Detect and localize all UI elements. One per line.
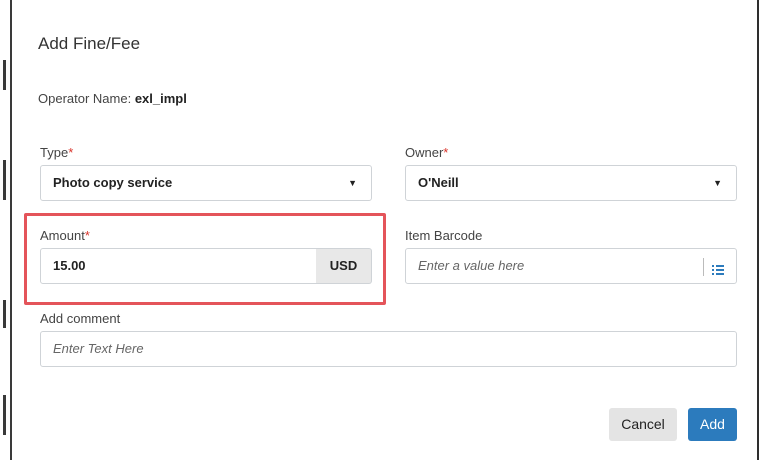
type-label: Type* bbox=[40, 145, 74, 160]
list-icon[interactable] bbox=[703, 258, 728, 276]
type-select[interactable]: Photo copy service ▼ bbox=[40, 165, 372, 201]
item-barcode-label: Item Barcode bbox=[405, 228, 483, 243]
item-barcode-placeholder: Enter a value here bbox=[418, 258, 525, 273]
owner-select-value: O'Neill bbox=[418, 175, 459, 190]
operator-name: Operator Name: exl_impl bbox=[38, 91, 187, 106]
dialog-title: Add Fine/Fee bbox=[38, 34, 141, 53]
caret-down-icon: ▼ bbox=[348, 178, 357, 188]
add-button[interactable]: Add bbox=[688, 408, 737, 441]
required-asterisk: * bbox=[68, 145, 74, 160]
window-left-edge bbox=[0, 0, 12, 460]
comment-input[interactable]: Enter Text Here bbox=[40, 331, 737, 367]
type-select-value: Photo copy service bbox=[53, 175, 173, 190]
operator-value: exl_impl bbox=[134, 91, 187, 106]
owner-label: Owner* bbox=[405, 145, 449, 160]
comment-label: Add comment bbox=[40, 311, 121, 326]
item-barcode-input[interactable]: Enter a value here bbox=[405, 248, 737, 284]
required-asterisk: * bbox=[443, 145, 449, 160]
operator-label: Operator Name: bbox=[38, 91, 132, 106]
caret-down-icon: ▼ bbox=[713, 178, 722, 188]
owner-select[interactable]: O'Neill ▼ bbox=[405, 165, 737, 201]
cancel-button[interactable]: Cancel bbox=[609, 408, 677, 441]
amount-highlight-box bbox=[24, 213, 386, 305]
comment-placeholder: Enter Text Here bbox=[53, 341, 144, 356]
